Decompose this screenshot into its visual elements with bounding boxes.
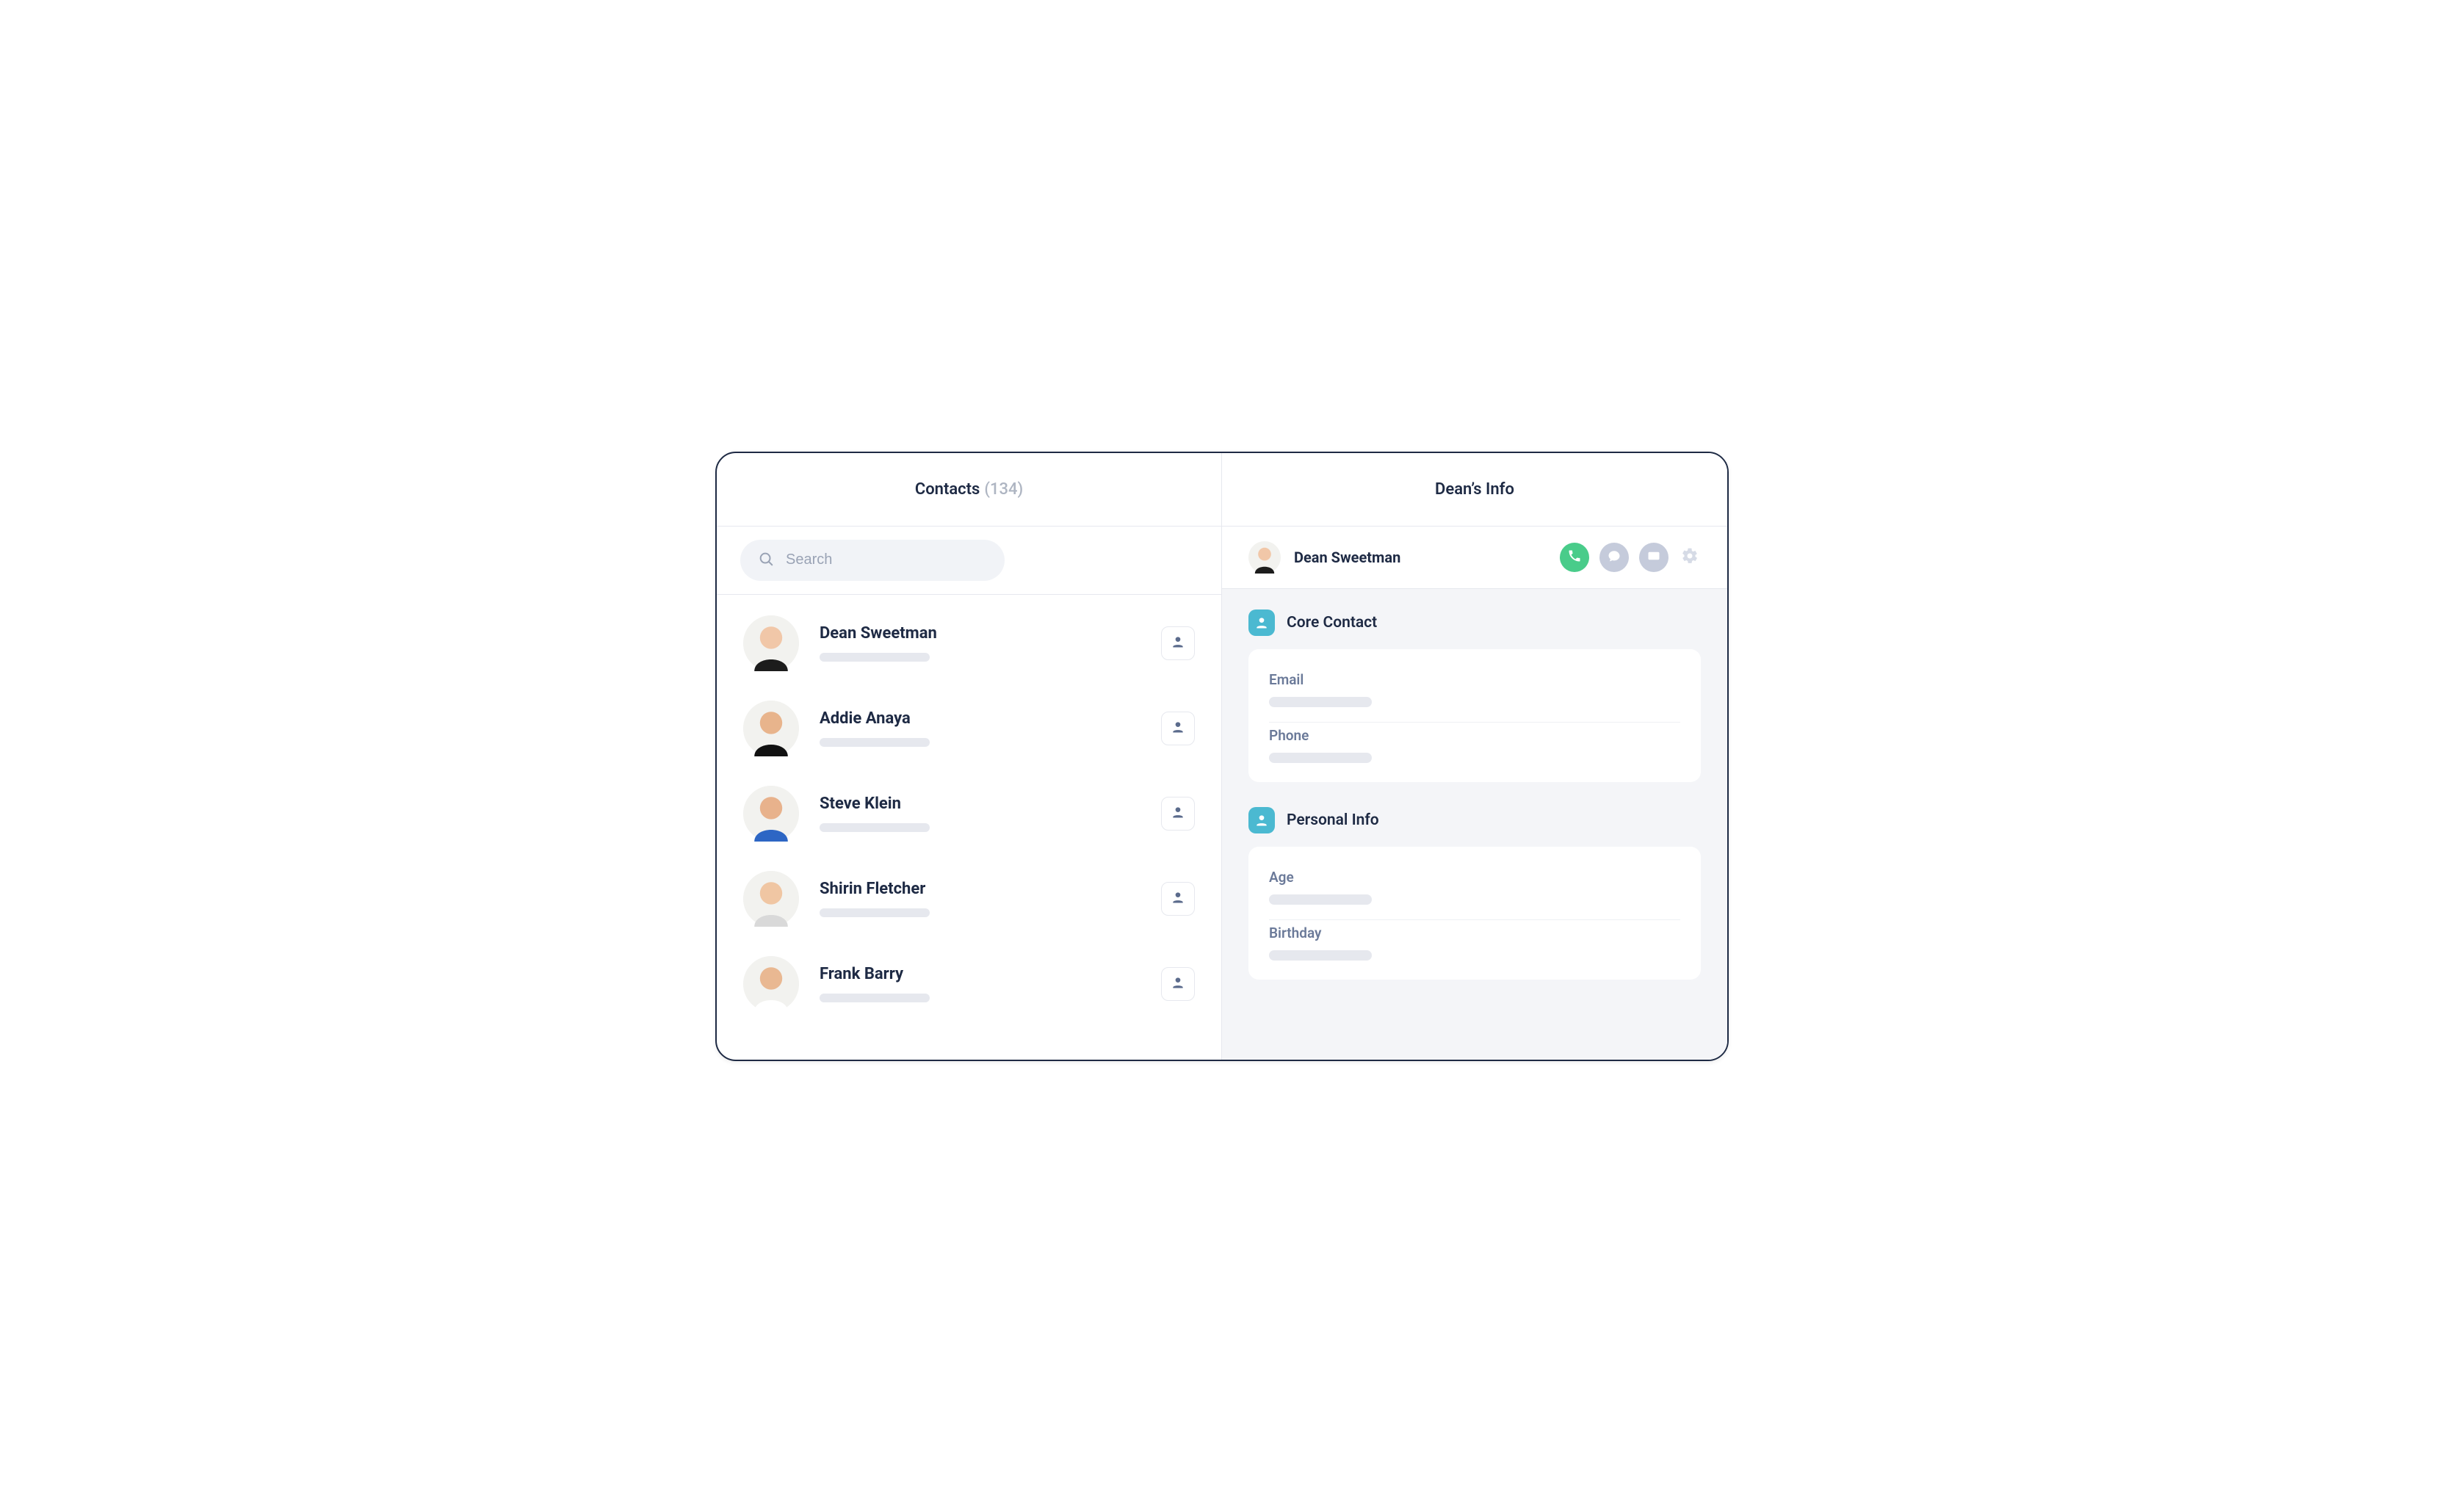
contact-avatar [743, 956, 799, 1012]
field-value-placeholder [1269, 697, 1372, 707]
contact-name: Steve Klein [820, 795, 1140, 813]
person-icon [1171, 975, 1185, 993]
person-icon [1171, 805, 1185, 822]
detail-bar: Dean Sweetman [1222, 527, 1727, 589]
field-value-placeholder [1269, 894, 1372, 905]
detail-body: Core Contact Email Phone Personal Info A… [1222, 589, 1727, 1060]
field: Email [1269, 667, 1680, 723]
search-wrap [717, 527, 1221, 595]
contact-row[interactable]: Steve Klein [743, 786, 1195, 842]
field: Phone [1269, 723, 1680, 778]
field-value-placeholder [1269, 753, 1372, 763]
contact-row[interactable]: Shirin Fletcher [743, 871, 1195, 927]
section-header: Core Contact [1248, 609, 1701, 636]
search-icon [758, 551, 774, 570]
search-box[interactable] [740, 540, 1005, 581]
detail-pane: Dean’s Info Dean Sweetman [1222, 453, 1727, 1060]
person-icon [1171, 890, 1185, 908]
field-label: Age [1269, 869, 1680, 886]
contact-text: Dean Sweetman [820, 624, 1140, 662]
contact-profile-button[interactable] [1161, 626, 1195, 660]
app-window: Contacts (134) Dean Sweetman [715, 452, 1729, 1061]
contact-profile-button[interactable] [1161, 882, 1195, 916]
contact-row[interactable]: Addie Anaya [743, 701, 1195, 756]
detail-header: Dean’s Info [1222, 453, 1727, 527]
contact-row[interactable]: Dean Sweetman [743, 615, 1195, 671]
chat-icon [1608, 549, 1621, 565]
settings-button[interactable] [1679, 546, 1701, 568]
field-label: Email [1269, 671, 1680, 688]
contact-subline-placeholder [820, 823, 930, 832]
detail-contact-name: Dean Sweetman [1294, 549, 1547, 566]
mail-icon [1647, 549, 1660, 565]
contact-list: Dean Sweetman Addie Anaya [717, 595, 1221, 1060]
contact-avatar [743, 871, 799, 927]
contact-name: Addie Anaya [820, 709, 1140, 728]
gear-icon [1681, 547, 1699, 568]
field: Birthday [1269, 920, 1680, 975]
person-icon [1171, 634, 1185, 652]
person-icon [1171, 720, 1185, 737]
contact-text: Addie Anaya [820, 709, 1140, 747]
contact-profile-button[interactable] [1161, 797, 1195, 831]
contact-row[interactable]: Frank Barry [743, 956, 1195, 1012]
field-label: Phone [1269, 727, 1680, 744]
contact-subline-placeholder [820, 908, 930, 917]
email-button[interactable] [1639, 543, 1668, 572]
contact-avatar [743, 786, 799, 842]
detail-title: Dean’s Info [1435, 480, 1514, 499]
field-label: Birthday [1269, 925, 1680, 941]
person-badge-icon [1248, 807, 1275, 833]
contact-subline-placeholder [820, 738, 930, 747]
field: Age [1269, 864, 1680, 920]
person-badge-icon [1248, 609, 1275, 636]
contacts-count: (134) [984, 480, 1023, 499]
contact-subline-placeholder [820, 653, 930, 662]
contact-avatar [743, 615, 799, 671]
contact-text: Shirin Fletcher [820, 880, 1140, 917]
section-title: Core Contact [1287, 614, 1377, 632]
contact-name: Frank Barry [820, 965, 1140, 983]
contacts-pane: Contacts (134) Dean Sweetman [717, 453, 1222, 1060]
field-value-placeholder [1269, 950, 1372, 961]
detail-actions [1560, 543, 1701, 572]
contact-profile-button[interactable] [1161, 712, 1195, 745]
contact-avatar [743, 701, 799, 756]
message-button[interactable] [1599, 543, 1629, 572]
detail-avatar [1248, 541, 1281, 574]
section-card: Age Birthday [1248, 847, 1701, 980]
section-header: Personal Info [1248, 807, 1701, 833]
call-button[interactable] [1560, 543, 1589, 572]
contacts-title: Contacts [915, 480, 980, 499]
contact-text: Frank Barry [820, 965, 1140, 1002]
section-card: Email Phone [1248, 649, 1701, 782]
phone-icon [1568, 549, 1581, 565]
section-title: Personal Info [1287, 811, 1379, 829]
contact-profile-button[interactable] [1161, 967, 1195, 1001]
contact-text: Steve Klein [820, 795, 1140, 832]
contact-subline-placeholder [820, 994, 930, 1002]
contact-name: Dean Sweetman [820, 624, 1140, 643]
contact-name: Shirin Fletcher [820, 880, 1140, 898]
contacts-header: Contacts (134) [717, 453, 1221, 527]
search-input[interactable] [786, 551, 987, 568]
